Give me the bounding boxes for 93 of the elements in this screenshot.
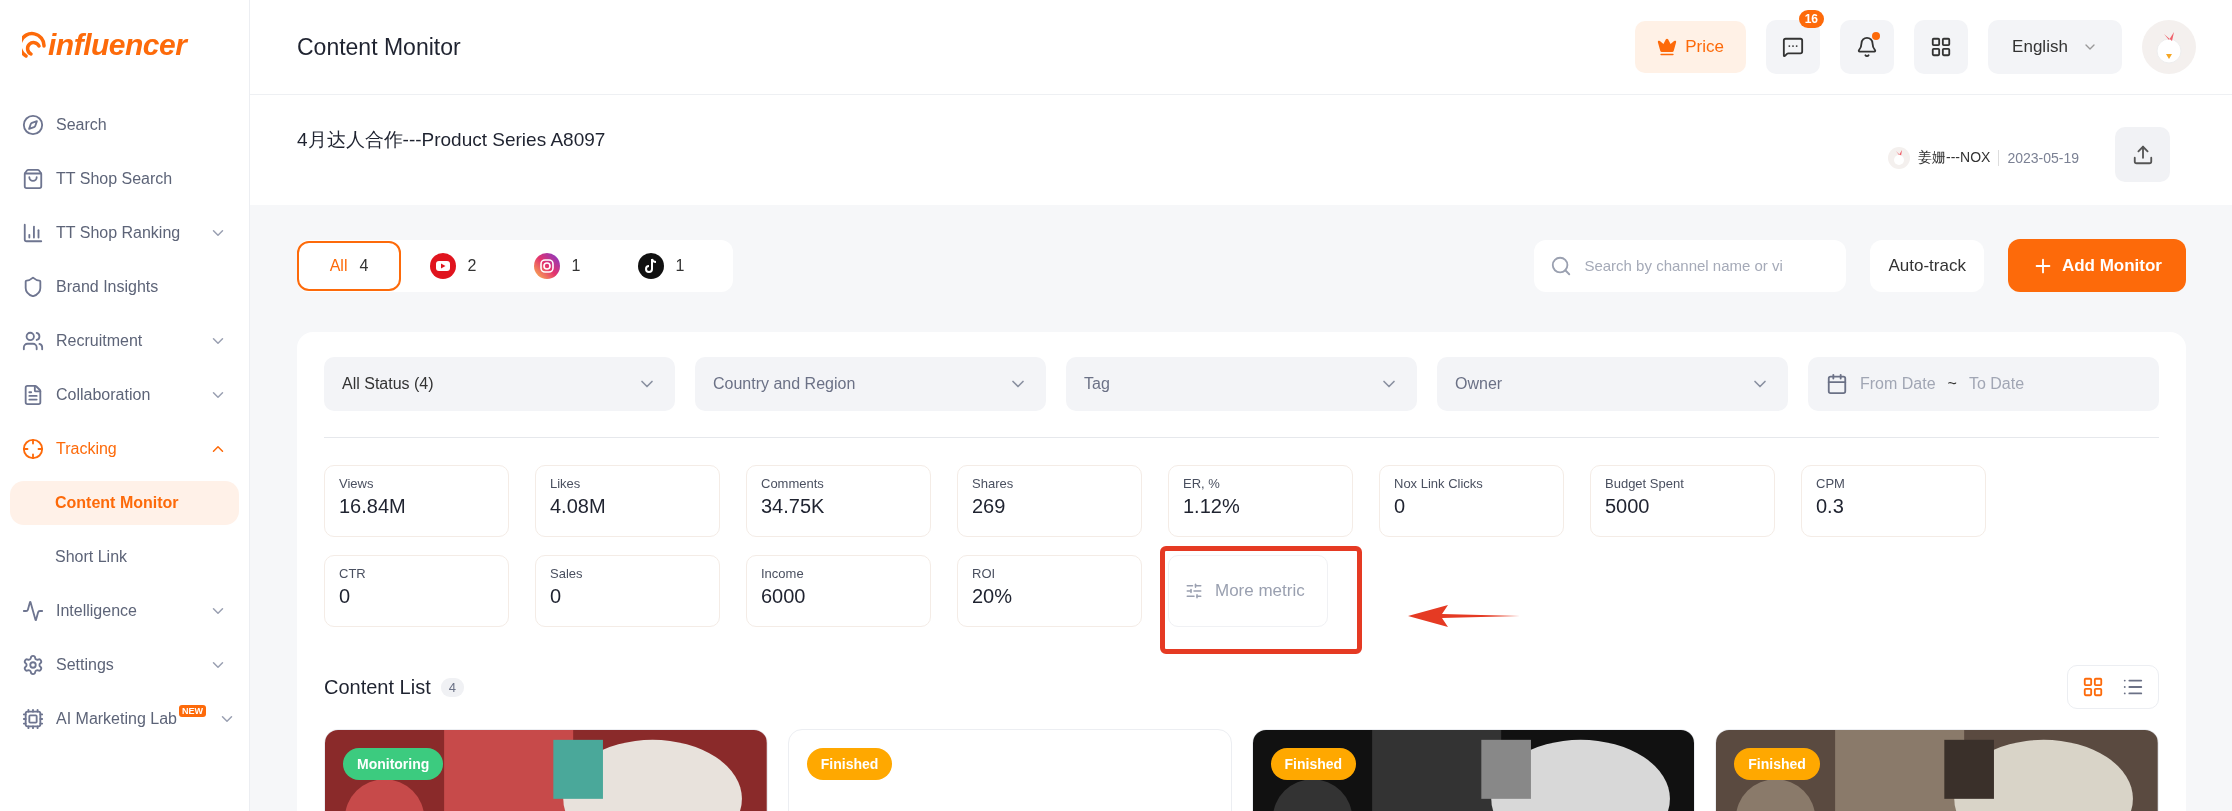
filter-dropdown[interactable]: Country and Region xyxy=(695,357,1046,411)
metric-value: 5000 xyxy=(1605,495,1651,518)
sidebar-item[interactable]: TT Shop Ranking xyxy=(10,206,239,260)
crown-icon xyxy=(1657,37,1678,57)
owner-name: 姜姗---NOX xyxy=(1918,149,1991,167)
sidebar-subitem[interactable]: Short Link xyxy=(10,535,239,579)
sidebar-label: Recruitment xyxy=(56,332,143,350)
sliders-icon xyxy=(1185,582,1203,600)
logo-text: influencer xyxy=(48,28,187,62)
people-icon xyxy=(22,330,44,352)
compass-icon xyxy=(22,114,44,136)
status-badge: Finished xyxy=(806,748,893,780)
metric-label: Shares xyxy=(972,476,1015,491)
metric-value: 0 xyxy=(550,585,563,608)
language-select[interactable]: English xyxy=(1988,20,2122,74)
document-icon xyxy=(22,384,44,406)
status-badge: Finished xyxy=(1734,748,1820,780)
metric-label: Views xyxy=(339,476,375,491)
crosshair-icon xyxy=(22,438,44,460)
sidebar-label: Brand Insights xyxy=(56,278,159,296)
new-badge: NEW xyxy=(178,705,206,717)
sidebar-label: Settings xyxy=(56,656,114,674)
metric-label: Income xyxy=(761,566,805,581)
status-badge: Monitoring xyxy=(343,748,444,780)
metric-value: 0.3 xyxy=(1816,495,1845,518)
metric-label: ER, % xyxy=(1183,476,1221,491)
calendar-icon xyxy=(1826,373,1848,395)
metric-value: 34.75K xyxy=(761,495,826,518)
message-count: 16 xyxy=(1798,10,1824,28)
sidebar-label: Intelligence xyxy=(56,602,137,620)
export-button[interactable] xyxy=(2115,127,2170,182)
sidebar-item[interactable]: AI Marketing Lab NEW xyxy=(10,692,239,746)
sidebar-item[interactable]: Intelligence xyxy=(10,584,239,638)
grid-icon xyxy=(1930,36,1952,58)
search-icon xyxy=(1550,254,1573,277)
sidebar-label: TT Shop Search xyxy=(56,170,173,188)
shield-icon xyxy=(22,276,44,298)
date-range-field[interactable]: From Date ~ To Date xyxy=(1808,357,2159,411)
metric-value: 0 xyxy=(339,585,352,608)
apps-button[interactable] xyxy=(1914,20,1968,74)
music-note-icon xyxy=(637,252,664,279)
metric-label: Budget Spent xyxy=(1605,476,1685,491)
logo-icon xyxy=(22,30,48,60)
metric-label: Comments xyxy=(761,476,825,491)
sidebar-item[interactable]: Brand Insights xyxy=(10,260,239,314)
section-title: Content List xyxy=(324,675,431,699)
count-badge: 4 xyxy=(440,677,464,697)
bell-icon xyxy=(1856,36,1878,58)
play-icon xyxy=(429,252,456,279)
sidebar-label: Search xyxy=(56,116,107,134)
status-badge: Finished xyxy=(1270,748,1357,780)
filter-dropdown[interactable]: Owner xyxy=(1437,357,1788,411)
metric-value: 1.12% xyxy=(1183,495,1241,518)
metric-value: 6000 xyxy=(761,585,807,608)
filter-dropdown[interactable]: Tag xyxy=(1066,357,1417,411)
chip-icon xyxy=(22,708,44,730)
metric-label: Sales xyxy=(550,566,584,581)
sidebar-label: Collaboration xyxy=(56,386,151,404)
metric-label: ROI xyxy=(972,566,997,581)
metric-label: Likes xyxy=(550,476,582,491)
metric-label: CPM xyxy=(1816,476,1846,491)
sidebar-label: Tracking xyxy=(56,440,117,458)
metric-label: CTR xyxy=(339,566,367,581)
sidebar-item[interactable]: Recruitment xyxy=(10,314,239,368)
bag-icon xyxy=(22,168,44,190)
avatar xyxy=(1888,147,1911,169)
project-title: 4月达人合作---Product Series A8097 xyxy=(297,128,606,152)
sidebar-item[interactable]: Search xyxy=(10,98,239,152)
sidebar-label: TT Shop Ranking xyxy=(56,224,181,242)
metric-value: 0 xyxy=(1394,495,1407,518)
metric-value: 20% xyxy=(972,585,1014,608)
grid-icon xyxy=(2082,676,2104,698)
page-title: Content Monitor xyxy=(297,33,461,61)
auto-track-button[interactable]: Auto-track xyxy=(1870,239,1984,292)
metric-value: 16.84M xyxy=(339,495,407,518)
pulse-icon xyxy=(22,600,44,622)
metric-label: Nox Link Clicks xyxy=(1394,476,1484,491)
upload-icon xyxy=(2131,143,2154,166)
sidebar-label: AI Marketing Lab xyxy=(56,710,177,728)
sidebar-item[interactable]: Settings xyxy=(10,638,239,692)
camera-icon xyxy=(533,252,560,279)
search-field[interactable]: Search by channel name or vi xyxy=(1534,239,1847,292)
notifications-button[interactable] xyxy=(1840,20,1894,74)
sidebar-item[interactable]: TT Shop Search xyxy=(10,152,239,206)
bar-chart-icon xyxy=(22,222,44,244)
platform-tab[interactable]: All 4 xyxy=(297,240,401,291)
project-date: 2023-05-19 xyxy=(1998,150,2079,166)
settings-icon xyxy=(22,654,44,676)
metric-value: 4.08M xyxy=(550,495,607,518)
filter-dropdown[interactable]: All Status (4) xyxy=(324,357,675,411)
metric-value: 269 xyxy=(972,495,1007,518)
sidebar-item[interactable]: Collaboration xyxy=(10,368,239,422)
chat-icon xyxy=(1782,36,1804,58)
